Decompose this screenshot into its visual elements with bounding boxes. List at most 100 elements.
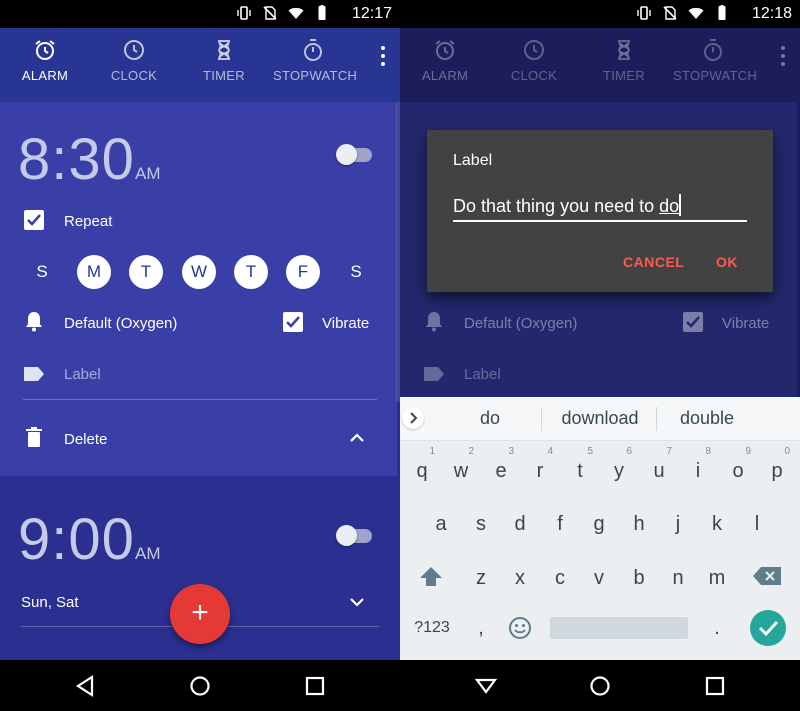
- key-o[interactable]: 9o: [721, 446, 755, 490]
- tab-stopwatch[interactable]: STOPWATCH: [273, 38, 358, 83]
- key-symbols[interactable]: ?123: [410, 609, 454, 647]
- tab-timer: TIMER: [584, 38, 664, 83]
- divider: [23, 399, 377, 400]
- ringtone-label: Default (Oxygen): [464, 315, 578, 332]
- key-w[interactable]: 2w: [444, 446, 478, 490]
- day-toggle-friday[interactable]: F: [286, 255, 320, 289]
- battery-icon: [718, 5, 726, 20]
- day-toggle-saturday[interactable]: S: [339, 255, 373, 289]
- battery-icon: [318, 5, 326, 20]
- key-u[interactable]: 7u: [642, 446, 676, 490]
- tab-label: CLOCK: [110, 68, 158, 83]
- day-toggle-sunday[interactable]: S: [25, 255, 59, 289]
- bell-icon: [26, 312, 42, 332]
- day-toggle-thursday[interactable]: T: [234, 255, 268, 289]
- key-q[interactable]: 1q: [405, 446, 439, 490]
- delete-button[interactable]: Delete: [64, 431, 107, 448]
- tab-label: STOPWATCH: [673, 68, 758, 83]
- key-i[interactable]: 8i: [681, 446, 715, 490]
- key-k[interactable]: k: [700, 505, 734, 543]
- chevron-up-icon[interactable]: [350, 433, 364, 443]
- repeat-label: Repeat: [64, 213, 113, 230]
- tab-timer[interactable]: TIMER: [184, 38, 264, 83]
- chevron-right-icon[interactable]: [402, 407, 424, 429]
- alarm-time[interactable]: 9:00: [18, 506, 135, 573]
- hide-keyboard-icon[interactable]: [472, 672, 500, 700]
- key-b[interactable]: b: [622, 559, 656, 597]
- key-v[interactable]: v: [582, 559, 616, 597]
- key-r[interactable]: 4r: [523, 446, 557, 490]
- key-t[interactable]: 5t: [563, 446, 597, 490]
- tab-label: STOPWATCH: [273, 68, 358, 83]
- tab-bar: ALARM CLOCK TIMER STOPWATCH: [0, 28, 400, 102]
- emoji-icon[interactable]: [508, 616, 532, 640]
- key-s[interactable]: s: [464, 505, 498, 543]
- chevron-down-icon[interactable]: [350, 597, 364, 607]
- key-p[interactable]: 0p: [760, 446, 794, 490]
- add-alarm-button[interactable]: +: [170, 584, 230, 644]
- hourglass-icon: [617, 40, 631, 60]
- alarm-ampm: AM: [135, 164, 161, 183]
- label-input-text: Do that thing you need to: [453, 196, 660, 216]
- shift-icon[interactable]: [418, 565, 444, 589]
- suggestion-1[interactable]: do: [460, 408, 520, 429]
- vibrate-checkbox[interactable]: [283, 312, 303, 332]
- key-h[interactable]: h: [622, 505, 656, 543]
- key-y[interactable]: 6y: [602, 446, 636, 490]
- key-d[interactable]: d: [503, 505, 537, 543]
- key-e[interactable]: 3e: [484, 446, 518, 490]
- key-f[interactable]: f: [543, 505, 577, 543]
- tab-label: ALARM: [421, 68, 469, 83]
- clock-icon: [124, 40, 144, 60]
- cancel-button[interactable]: CANCEL: [623, 254, 684, 270]
- divider: [656, 407, 657, 431]
- home-icon[interactable]: [186, 672, 214, 700]
- day-toggle-monday[interactable]: M: [77, 255, 111, 289]
- key-comma[interactable]: ,: [464, 609, 498, 647]
- key-z[interactable]: z: [464, 559, 498, 597]
- enter-button[interactable]: [750, 610, 786, 646]
- recents-icon[interactable]: [701, 672, 729, 700]
- suggestion-3[interactable]: double: [662, 408, 752, 429]
- key-n[interactable]: n: [661, 559, 695, 597]
- status-time: 12:18: [751, 5, 792, 22]
- tab-clock[interactable]: CLOCK: [94, 38, 174, 83]
- recents-icon[interactable]: [301, 672, 329, 700]
- divider: [541, 407, 542, 431]
- day-toggle-tuesday[interactable]: T: [129, 255, 163, 289]
- wifi-icon: [288, 7, 304, 19]
- alarm-card-expanded[interactable]: 8:30 AM Repeat S M T W T F S Default (Ox…: [0, 102, 397, 476]
- text-cursor: [679, 194, 682, 216]
- backspace-icon[interactable]: [752, 566, 782, 586]
- overflow-menu-icon: [780, 46, 786, 68]
- home-icon[interactable]: [586, 672, 614, 700]
- alarm-toggle[interactable]: [336, 525, 372, 546]
- key-j[interactable]: j: [661, 505, 695, 543]
- key-m[interactable]: m: [700, 559, 734, 597]
- key-a[interactable]: a: [424, 505, 458, 543]
- repeat-checkbox[interactable]: [24, 210, 44, 230]
- key-l[interactable]: l: [740, 505, 774, 543]
- label-field[interactable]: Label: [64, 366, 101, 383]
- key-x[interactable]: x: [503, 559, 537, 597]
- tab-alarm[interactable]: ALARM: [5, 38, 85, 83]
- label-dialog: Label Do that thing you need to do CANCE…: [427, 130, 773, 292]
- space-bar[interactable]: [550, 617, 688, 639]
- alarm-time[interactable]: 8:30: [18, 126, 135, 193]
- overflow-menu-icon[interactable]: [380, 46, 386, 68]
- key-c[interactable]: c: [543, 559, 577, 597]
- key-g[interactable]: g: [582, 505, 616, 543]
- tab-bar-dimmed: ALARM CLOCK TIMER STOPWATCH: [400, 28, 800, 102]
- ok-button[interactable]: OK: [716, 254, 738, 270]
- alarm-toggle[interactable]: [336, 144, 372, 165]
- suggestion-2[interactable]: download: [550, 408, 650, 429]
- no-sim-icon: [663, 6, 677, 20]
- day-toggle-wednesday[interactable]: W: [182, 255, 216, 289]
- label-field: Label: [464, 366, 501, 383]
- label-input[interactable]: Do that thing you need to do: [453, 194, 747, 222]
- ringtone-label[interactable]: Default (Oxygen): [64, 315, 177, 332]
- vibrate-label: Vibrate: [322, 315, 370, 332]
- left-screen: 12:17 ALARM CLOCK TIMER STOPWATCH 8:30 A…: [0, 0, 400, 711]
- back-icon[interactable]: [72, 672, 100, 700]
- key-period[interactable]: .: [700, 609, 734, 647]
